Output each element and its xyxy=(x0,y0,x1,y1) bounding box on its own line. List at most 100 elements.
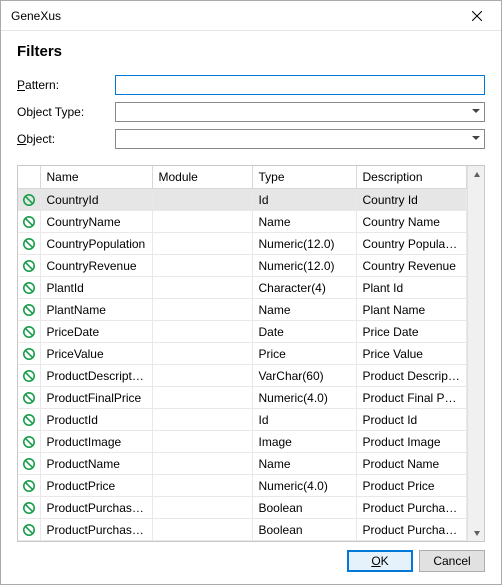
col-type[interactable]: Type xyxy=(252,166,356,189)
cell-type: VarChar(60) xyxy=(252,365,356,387)
cell-name: ProductPurchaseC... xyxy=(40,519,152,541)
cell-type: Id xyxy=(252,189,356,211)
cell-name: ProductPurchaseA... xyxy=(40,497,152,519)
cell-description: Product Price xyxy=(356,475,467,497)
cell-description: Product Purchas... xyxy=(356,497,467,519)
object-type-combo[interactable] xyxy=(115,102,485,122)
col-icon[interactable] xyxy=(18,166,40,189)
cell-description: Product Final Pri... xyxy=(356,387,467,409)
cell-type: Numeric(4.0) xyxy=(252,387,356,409)
table-row[interactable]: ProductPurchaseU... Character(3)Product P… xyxy=(18,541,467,542)
cancel-button[interactable]: Cancel xyxy=(419,550,485,572)
cell-module xyxy=(152,211,252,233)
ok-button[interactable]: OK xyxy=(347,550,413,572)
cell-module xyxy=(152,233,252,255)
row-icon-cell xyxy=(18,453,40,475)
object-label: Object: xyxy=(17,132,115,146)
cell-description: Country Populati... xyxy=(356,233,467,255)
cell-type: Numeric(4.0) xyxy=(252,475,356,497)
close-icon xyxy=(472,11,482,21)
attribute-icon xyxy=(22,347,36,361)
row-icon-cell xyxy=(18,255,40,277)
cell-type: Character(4) xyxy=(252,277,356,299)
cell-module xyxy=(152,431,252,453)
cell-module xyxy=(152,541,252,542)
attribute-icon xyxy=(22,413,36,427)
window-title: GeneXus xyxy=(11,9,457,23)
cell-description: Product Purchas... xyxy=(356,519,467,541)
results-grid[interactable]: Name Module Type Description CountryIdId… xyxy=(18,166,467,541)
row-icon-cell xyxy=(18,475,40,497)
table-row[interactable]: PriceDateDatePrice Date xyxy=(18,321,467,343)
col-description[interactable]: Description xyxy=(356,166,467,189)
cell-name: ProductName xyxy=(40,453,152,475)
row-icon-cell xyxy=(18,189,40,211)
cell-module xyxy=(152,453,252,475)
close-button[interactable] xyxy=(457,2,497,30)
row-icon-cell xyxy=(18,365,40,387)
cell-module xyxy=(152,343,252,365)
table-row[interactable]: ProductPurchaseC... BooleanProduct Purcha… xyxy=(18,519,467,541)
cell-name: CountryRevenue xyxy=(40,255,152,277)
cell-type: Boolean xyxy=(252,519,356,541)
cell-type: Numeric(12.0) xyxy=(252,255,356,277)
table-row[interactable]: CountryIdIdCountry Id xyxy=(18,189,467,211)
cell-module xyxy=(152,475,252,497)
cell-name: ProductDescription xyxy=(40,365,152,387)
row-icon-cell xyxy=(18,497,40,519)
cell-name: ProductImage xyxy=(40,431,152,453)
table-row[interactable]: ProductImageImageProduct Image xyxy=(18,431,467,453)
pattern-input[interactable] xyxy=(115,75,485,95)
table-row[interactable]: CountryRevenueNumeric(12.0)Country Reven… xyxy=(18,255,467,277)
object-combo[interactable] xyxy=(115,129,485,149)
attribute-icon xyxy=(22,303,36,317)
attribute-icon xyxy=(22,215,36,229)
col-name[interactable]: Name xyxy=(40,166,152,189)
cell-description: Product Purchas... xyxy=(356,541,467,542)
cell-type: Image xyxy=(252,431,356,453)
scroll-down-button[interactable] xyxy=(468,524,485,541)
table-row[interactable]: ProductId IdProduct Id xyxy=(18,409,467,431)
attribute-icon xyxy=(22,259,36,273)
col-module[interactable]: Module xyxy=(152,166,252,189)
table-row[interactable]: CountryPopulationNumeric(12.0)Country Po… xyxy=(18,233,467,255)
cell-module xyxy=(152,365,252,387)
attribute-icon xyxy=(22,523,36,537)
cell-type: Character(3) xyxy=(252,541,356,542)
cell-description: Plant Name xyxy=(356,299,467,321)
table-row[interactable]: ProductPurchaseA...BooleanProduct Purcha… xyxy=(18,497,467,519)
cell-description: Plant Id xyxy=(356,277,467,299)
chevron-down-icon xyxy=(473,529,481,537)
row-icon-cell xyxy=(18,343,40,365)
table-row[interactable]: ProductPriceNumeric(4.0)Product Price xyxy=(18,475,467,497)
pattern-label: Pattern: xyxy=(17,78,115,92)
table-row[interactable]: ProductFinalPriceNumeric(4.0)Product Fin… xyxy=(18,387,467,409)
cell-type: Date xyxy=(252,321,356,343)
row-icon-cell xyxy=(18,431,40,453)
table-row[interactable]: ProductDescriptionVarChar(60)Product Des… xyxy=(18,365,467,387)
cell-description: Price Value xyxy=(356,343,467,365)
cell-type: Id xyxy=(252,409,356,431)
cell-name: ProductId xyxy=(40,409,152,431)
cell-module xyxy=(152,255,252,277)
cell-module xyxy=(152,189,252,211)
attribute-icon xyxy=(22,501,36,515)
results-grid-wrap: Name Module Type Description CountryIdId… xyxy=(17,165,485,542)
cell-name: PriceValue xyxy=(40,343,152,365)
table-row[interactable]: PriceValue PricePrice Value xyxy=(18,343,467,365)
table-row[interactable]: PlantName NamePlant Name xyxy=(18,299,467,321)
cell-type: Price xyxy=(252,343,356,365)
table-row[interactable]: CountryNameNameCountry Name xyxy=(18,211,467,233)
cell-name: ProductPurchaseU... xyxy=(40,541,152,542)
table-row[interactable]: ProductNameNameProduct Name xyxy=(18,453,467,475)
cell-description: Price Date xyxy=(356,321,467,343)
scroll-up-button[interactable] xyxy=(468,166,485,183)
cell-name: PlantName xyxy=(40,299,152,321)
cell-description: Product Id xyxy=(356,409,467,431)
cell-type: Name xyxy=(252,453,356,475)
vertical-scrollbar[interactable] xyxy=(467,166,484,541)
attribute-icon xyxy=(22,193,36,207)
row-icon-cell xyxy=(18,299,40,321)
table-row[interactable]: PlantIdCharacter(4)Plant Id xyxy=(18,277,467,299)
cell-type: Name xyxy=(252,299,356,321)
